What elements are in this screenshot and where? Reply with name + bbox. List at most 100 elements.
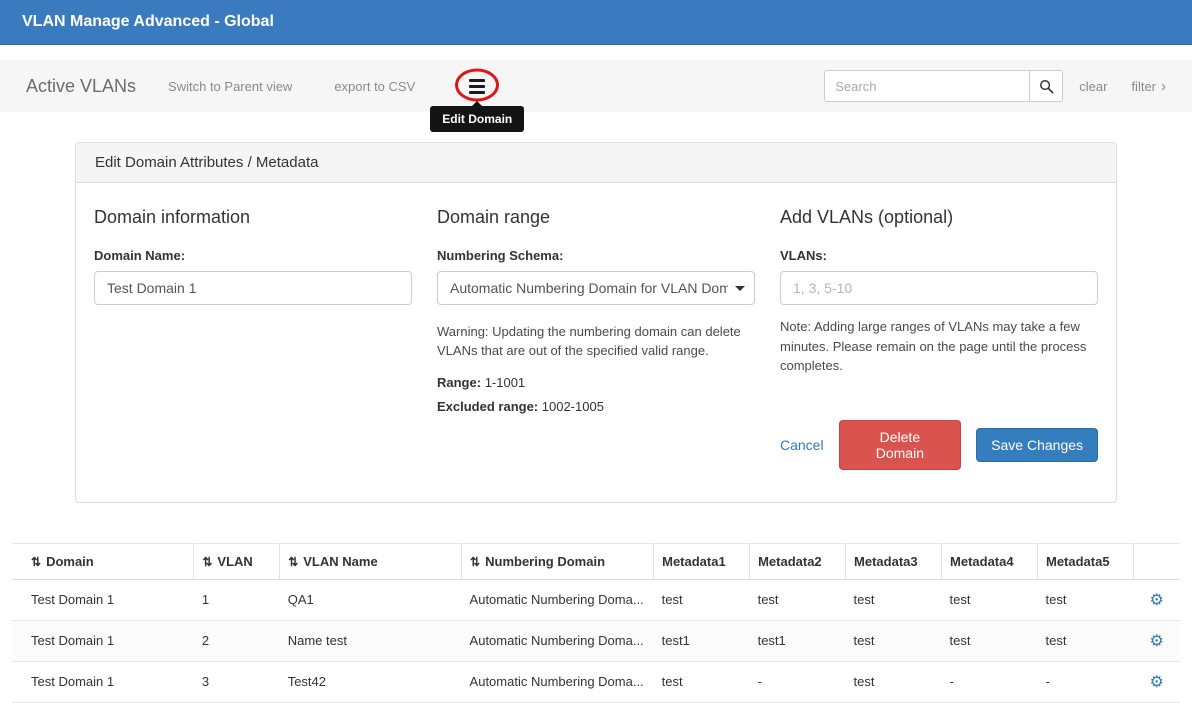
- cell-metadata4: -: [942, 661, 1038, 702]
- cell-metadata1: test1: [654, 620, 750, 661]
- excluded-range-value: 1002-1005: [542, 399, 604, 414]
- panel-heading: Edit Domain Attributes / Metadata: [76, 143, 1116, 183]
- cell-vlan-name: Name test: [280, 620, 462, 661]
- column-header-actions: [1133, 543, 1180, 579]
- cell-numbering-domain: Automatic Numbering Doma...: [462, 579, 654, 620]
- numbering-schema-label: Numbering Schema:: [437, 248, 755, 263]
- domain-information-heading: Domain information: [94, 207, 412, 228]
- excluded-range-line: Excluded range: 1002-1005: [437, 399, 755, 414]
- row-settings-button[interactable]: ⚙: [1150, 590, 1164, 610]
- table-row[interactable]: Test Domain 1 2 Name test Automatic Numb…: [12, 620, 1180, 661]
- cell-vlan: 1: [194, 579, 280, 620]
- numbering-schema-select-wrap: Automatic Numbering Domain for VLAN Doma: [437, 271, 755, 305]
- panel-body: Domain information Domain Name: Domain r…: [76, 183, 1116, 502]
- row-settings-button[interactable]: ⚙: [1150, 631, 1164, 651]
- export-csv-link[interactable]: export to CSV: [334, 79, 415, 94]
- toolbar: Active VLANs Switch to Parent view expor…: [0, 60, 1192, 112]
- range-label: Range:: [437, 375, 481, 390]
- panel-actions: Cancel Delete Domain Save Changes: [780, 420, 1098, 470]
- cell-domain: Test Domain 1: [12, 620, 194, 661]
- range-line: Range: 1-1001: [437, 375, 755, 390]
- tooltip-arrow-icon: [472, 101, 482, 106]
- cell-metadata3: test: [846, 620, 942, 661]
- domain-range-section: Domain range Numbering Schema: Automatic…: [437, 207, 755, 470]
- cell-vlan-name: QA1: [280, 579, 462, 620]
- cell-metadata5: -: [1037, 661, 1133, 702]
- cell-metadata2: -: [750, 661, 846, 702]
- save-changes-button[interactable]: Save Changes: [976, 428, 1098, 462]
- cell-metadata3: test: [846, 579, 942, 620]
- add-vlans-heading: Add VLANs (optional): [780, 207, 1098, 228]
- cell-metadata5: test: [1037, 620, 1133, 661]
- cancel-link[interactable]: Cancel: [780, 437, 824, 453]
- column-label: Metadata4: [950, 554, 1014, 569]
- cell-vlan: 3: [194, 661, 280, 702]
- domain-name-input[interactable]: [94, 271, 412, 305]
- column-header-metadata3: Metadata3: [846, 543, 942, 579]
- switch-parent-view-link[interactable]: Switch to Parent view: [168, 79, 292, 94]
- table-row[interactable]: Test Domain 1 1 QA1 Automatic Numbering …: [12, 579, 1180, 620]
- gear-icon: ⚙: [1150, 674, 1164, 691]
- cell-metadata1: test: [654, 579, 750, 620]
- table-row[interactable]: Test Domain 1 3 Test42 Automatic Numberi…: [12, 661, 1180, 702]
- app-title: VLAN Manage Advanced - Global: [22, 13, 274, 31]
- app-header: VLAN Manage Advanced - Global: [0, 0, 1192, 45]
- cell-metadata2: test1: [750, 620, 846, 661]
- edit-domain-panel: Edit Domain Attributes / Metadata Domain…: [75, 142, 1117, 503]
- hamburger-icon: [469, 79, 485, 94]
- sort-icon: ⇅: [288, 555, 298, 569]
- cell-numbering-domain: Automatic Numbering Doma...: [462, 620, 654, 661]
- column-label: Domain: [46, 554, 94, 569]
- search-group: [824, 70, 1063, 102]
- column-header-vlan-name[interactable]: ⇅ VLAN Name: [280, 543, 462, 579]
- cell-domain: Test Domain 1: [12, 661, 194, 702]
- search-icon: [1039, 79, 1054, 94]
- column-header-domain[interactable]: ⇅ Domain: [12, 543, 194, 579]
- column-header-metadata5: Metadata5: [1037, 543, 1133, 579]
- column-label: Metadata2: [758, 554, 822, 569]
- delete-domain-button[interactable]: Delete Domain: [839, 420, 962, 470]
- cell-vlan: 2: [194, 620, 280, 661]
- column-header-vlan[interactable]: ⇅VLAN: [194, 543, 280, 579]
- sort-icon: ⇅: [31, 555, 41, 569]
- chevron-right-icon: ›: [1161, 79, 1166, 94]
- cell-metadata2: test: [750, 579, 846, 620]
- edit-domain-button[interactable]: [461, 70, 493, 103]
- table-header-row: ⇅Domain ⇅VLAN ⇅VLAN Name ⇅Numbering Doma…: [12, 543, 1180, 579]
- domain-information-section: Domain information Domain Name:: [94, 207, 412, 470]
- column-label: Metadata3: [854, 554, 918, 569]
- cell-vlan-name: Test42: [280, 661, 462, 702]
- search-input[interactable]: [824, 70, 1030, 102]
- cell-metadata1: test: [654, 661, 750, 702]
- column-header-numbering-domain[interactable]: ⇅Numbering Domain: [462, 543, 654, 579]
- column-label: VLAN Name: [303, 554, 377, 569]
- cell-metadata4: test: [942, 579, 1038, 620]
- range-value: 1-1001: [485, 375, 525, 390]
- column-header-metadata1: Metadata1: [654, 543, 750, 579]
- vlans-note-text: Note: Adding large ranges of VLANs may t…: [780, 317, 1098, 376]
- vlans-input[interactable]: [780, 271, 1098, 305]
- cell-domain: Test Domain 1: [12, 579, 194, 620]
- vlan-table: ⇅Domain ⇅VLAN ⇅VLAN Name ⇅Numbering Doma…: [12, 543, 1180, 703]
- numbering-schema-select[interactable]: Automatic Numbering Domain for VLAN Doma: [437, 271, 755, 305]
- column-header-metadata4: Metadata4: [942, 543, 1038, 579]
- domain-range-heading: Domain range: [437, 207, 755, 228]
- edit-domain-menu: Edit Domain: [461, 70, 493, 103]
- search-button[interactable]: [1029, 70, 1063, 102]
- cell-metadata5: test: [1037, 579, 1133, 620]
- cell-metadata3: test: [846, 661, 942, 702]
- add-vlans-section: Add VLANs (optional) VLANs: Note: Adding…: [780, 207, 1098, 470]
- column-label: VLAN: [217, 554, 252, 569]
- sort-icon: ⇅: [470, 555, 480, 569]
- clear-link[interactable]: clear: [1079, 79, 1107, 94]
- gear-icon: ⚙: [1150, 592, 1164, 609]
- edit-domain-tooltip: Edit Domain: [430, 106, 524, 132]
- column-header-metadata2: Metadata2: [750, 543, 846, 579]
- excluded-range-label: Excluded range:: [437, 399, 538, 414]
- row-settings-button[interactable]: ⚙: [1150, 672, 1164, 692]
- column-label: Metadata5: [1046, 554, 1110, 569]
- filter-label: filter: [1131, 79, 1156, 94]
- filter-link[interactable]: filter ›: [1131, 79, 1166, 94]
- domain-name-label: Domain Name:: [94, 248, 412, 263]
- column-label: Metadata1: [662, 554, 726, 569]
